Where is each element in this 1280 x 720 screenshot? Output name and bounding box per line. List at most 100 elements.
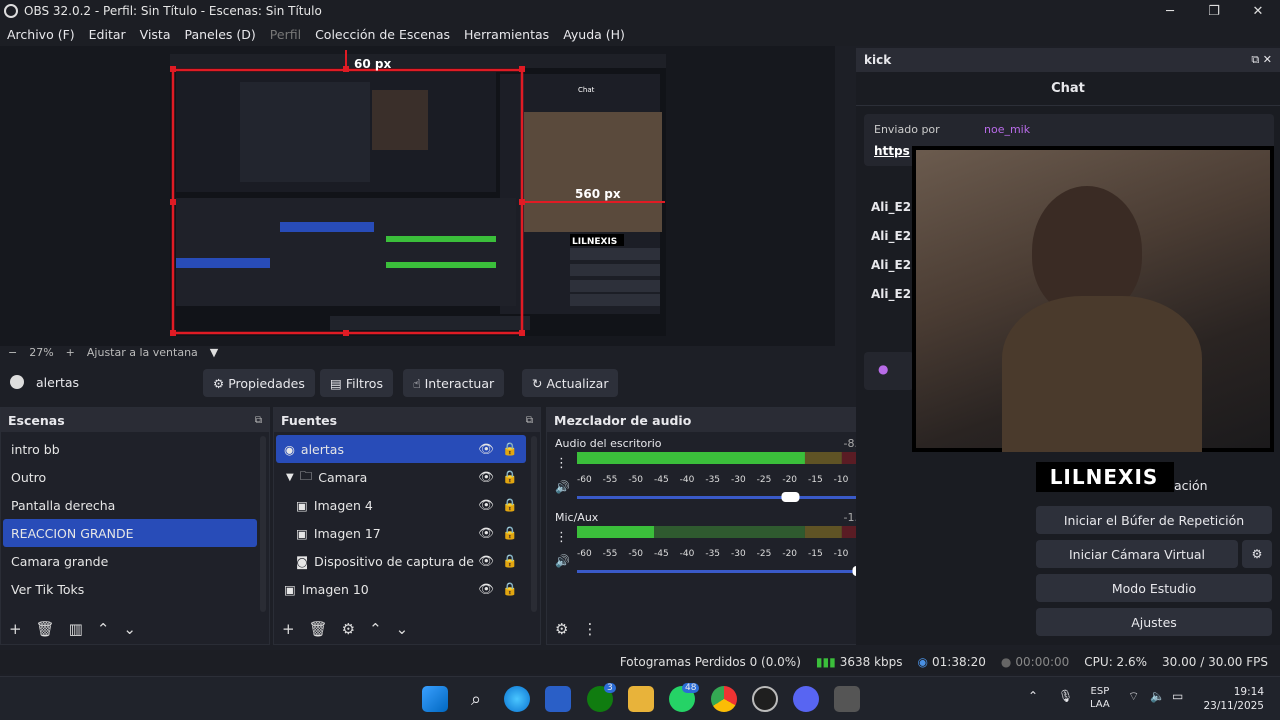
minimize-button[interactable]: ─ — [1148, 0, 1192, 22]
kebab-menu-icon[interactable]: ⋮ — [555, 530, 568, 545]
menu-coleccion[interactable]: Colección de Escenas — [315, 27, 450, 42]
speaker-icon[interactable]: 🔊 — [555, 554, 570, 568]
menu-paneles[interactable]: Paneles (D) — [185, 27, 256, 42]
discord-icon[interactable] — [793, 686, 819, 712]
volume-slider[interactable] — [577, 496, 879, 499]
pinned-link[interactable]: https — [874, 144, 910, 158]
trash-icon[interactable]: 🗑 — [36, 620, 55, 638]
add-source-icon[interactable]: + — [282, 620, 295, 638]
chevron-down-icon[interactable]: ▼ — [286, 472, 294, 483]
kebab-menu-icon[interactable]: ⋮ — [582, 620, 597, 638]
move-up-icon[interactable]: ⌃ — [369, 620, 382, 638]
eye-icon[interactable]: 👁 — [478, 441, 494, 457]
eye-icon[interactable]: 👁 — [478, 497, 494, 513]
chevron-up-icon[interactable]: ⌃ — [1028, 689, 1038, 703]
replay-buffer-button[interactable]: Iniciar el Búfer de Repetición — [1036, 506, 1272, 534]
chat-username[interactable]: Ali_E2 — [871, 229, 911, 243]
search-icon[interactable]: ⌕ — [463, 686, 489, 712]
obs-icon[interactable] — [752, 686, 778, 712]
clock[interactable]: 19:14 23/11/2025 — [1200, 685, 1264, 713]
zoom-out-button[interactable]: − — [8, 346, 17, 359]
maximize-button[interactable]: ❐ — [1192, 0, 1236, 22]
virtual-label-tail[interactable]: ación — [1174, 478, 1208, 493]
interact-button[interactable]: ☝ Interactuar — [403, 369, 505, 397]
lock-icon[interactable]: 🔒 — [502, 469, 518, 485]
undock-icon[interactable]: ⧉ — [255, 415, 262, 426]
settings-button[interactable]: Ajustes — [1036, 608, 1272, 636]
refresh-button[interactable]: ↻ Actualizar — [522, 369, 619, 397]
source-item[interactable]: ▣ Imagen 17 👁 🔒 — [276, 519, 526, 547]
sources-scrollbar[interactable] — [531, 436, 537, 612]
speaker-icon[interactable]: 🔊 — [555, 480, 570, 494]
filters-button[interactable]: ▤ Filtros — [320, 369, 393, 397]
preview-canvas[interactable]: 60 px 560 px LILNEXIS Chat — [0, 46, 835, 346]
wifi-icon[interactable]: ⌔ — [1128, 689, 1139, 704]
language-indicator[interactable]: ESP LAA — [1090, 685, 1110, 711]
scene-item[interactable]: intro bb — [3, 435, 257, 463]
speaker-icon[interactable]: 🔈 — [1150, 689, 1165, 703]
menu-herramientas[interactable]: Herramientas — [464, 27, 549, 42]
xbox-badge: 3 — [604, 683, 616, 693]
eye-icon[interactable]: 👁 — [478, 553, 494, 569]
source-item[interactable]: ◙ Dispositivo de captura de víc👁 🔒 — [276, 547, 526, 575]
mic-icon[interactable]: ● — [878, 362, 888, 376]
source-item[interactable]: ▼ 🗀 Camara 👁 🔒 — [276, 463, 526, 491]
eye-icon[interactable]: 👁 — [478, 525, 494, 541]
gear-icon[interactable]: ⚙ — [555, 620, 568, 638]
chat-username[interactable]: Ali_E2 — [871, 287, 911, 301]
folder-icon[interactable] — [628, 686, 654, 712]
zoom-in-button[interactable]: + — [66, 346, 75, 359]
undock-icon[interactable]: ⧉ — [526, 415, 533, 426]
move-up-icon[interactable]: ⌃ — [97, 620, 110, 638]
windows-start-icon[interactable] — [422, 686, 448, 712]
gear-icon[interactable]: ⚙ — [342, 620, 355, 638]
chrome-icon[interactable] — [711, 686, 737, 712]
meter-scale-label: -50 — [628, 549, 643, 559]
edge-icon[interactable] — [504, 686, 530, 712]
close-button[interactable]: ✕ — [1236, 0, 1280, 22]
eye-icon[interactable]: 👁 — [478, 469, 494, 485]
add-scene-icon[interactable]: + — [9, 620, 22, 638]
chat-username[interactable]: Ali_E2 — [871, 200, 911, 214]
lock-icon[interactable]: 🔒 — [502, 497, 518, 513]
filter-icon[interactable]: ▥ — [69, 620, 83, 638]
chat-input[interactable]: ● — [864, 352, 914, 390]
trash-icon[interactable]: 🗑 — [309, 620, 328, 638]
move-down-icon[interactable]: ⌄ — [396, 620, 409, 638]
app-icon[interactable] — [834, 686, 860, 712]
studio-mode-button[interactable]: Modo Estudio — [1036, 574, 1272, 602]
zoom-dropdown-icon[interactable]: ▼ — [210, 346, 218, 359]
eye-icon[interactable]: 👁 — [478, 581, 494, 597]
source-item[interactable]: ▣ Imagen 4 👁 🔒 — [276, 491, 526, 519]
lock-icon[interactable]: 🔒 — [502, 525, 518, 541]
close-icon[interactable]: ⧉ ✕ — [1251, 53, 1272, 67]
properties-button[interactable]: ⚙ Propiedades — [203, 369, 315, 397]
menu-editar[interactable]: Editar — [89, 27, 126, 42]
zoom-fit-label[interactable]: Ajustar a la ventana — [87, 346, 198, 359]
volume-slider[interactable] — [577, 570, 879, 573]
gear-icon[interactable]: ⚙ — [1242, 540, 1272, 568]
kebab-menu-icon[interactable]: ⋮ — [555, 456, 568, 471]
menu-perfil[interactable]: Perfil — [270, 27, 301, 42]
move-down-icon[interactable]: ⌄ — [123, 620, 136, 638]
mic-icon[interactable]: 🎙 — [1058, 689, 1073, 703]
lock-icon[interactable]: 🔒 — [502, 581, 518, 597]
scene-item[interactable]: Pantalla derecha — [3, 491, 257, 519]
scenes-scrollbar[interactable] — [260, 436, 266, 612]
virtual-camera-button[interactable]: Iniciar Cámara Virtual — [1036, 540, 1238, 568]
menu-vista[interactable]: Vista — [140, 27, 171, 42]
scene-item-selected[interactable]: REACCION GRANDE — [3, 519, 257, 547]
source-item-selected[interactable]: ◉ alertas 👁 🔒 — [276, 435, 526, 463]
menu-ayuda[interactable]: Ayuda (H) — [563, 27, 625, 42]
menu-archivo[interactable]: Archivo (F) — [7, 27, 75, 42]
scene-item[interactable]: Outro — [3, 463, 257, 491]
volume-slider-handle[interactable] — [781, 492, 800, 502]
scene-item[interactable]: Camara grande — [3, 547, 257, 575]
battery-icon[interactable]: ▭ — [1172, 689, 1183, 703]
scene-item[interactable]: Ver Tik Toks — [3, 575, 257, 603]
lock-icon[interactable]: 🔒 — [502, 553, 518, 569]
lock-icon[interactable]: 🔒 — [502, 441, 518, 457]
source-item[interactable]: ▣ Imagen 10 👁 🔒 — [276, 575, 526, 603]
store-icon[interactable] — [545, 686, 571, 712]
chat-username[interactable]: Ali_E2 — [871, 258, 911, 272]
